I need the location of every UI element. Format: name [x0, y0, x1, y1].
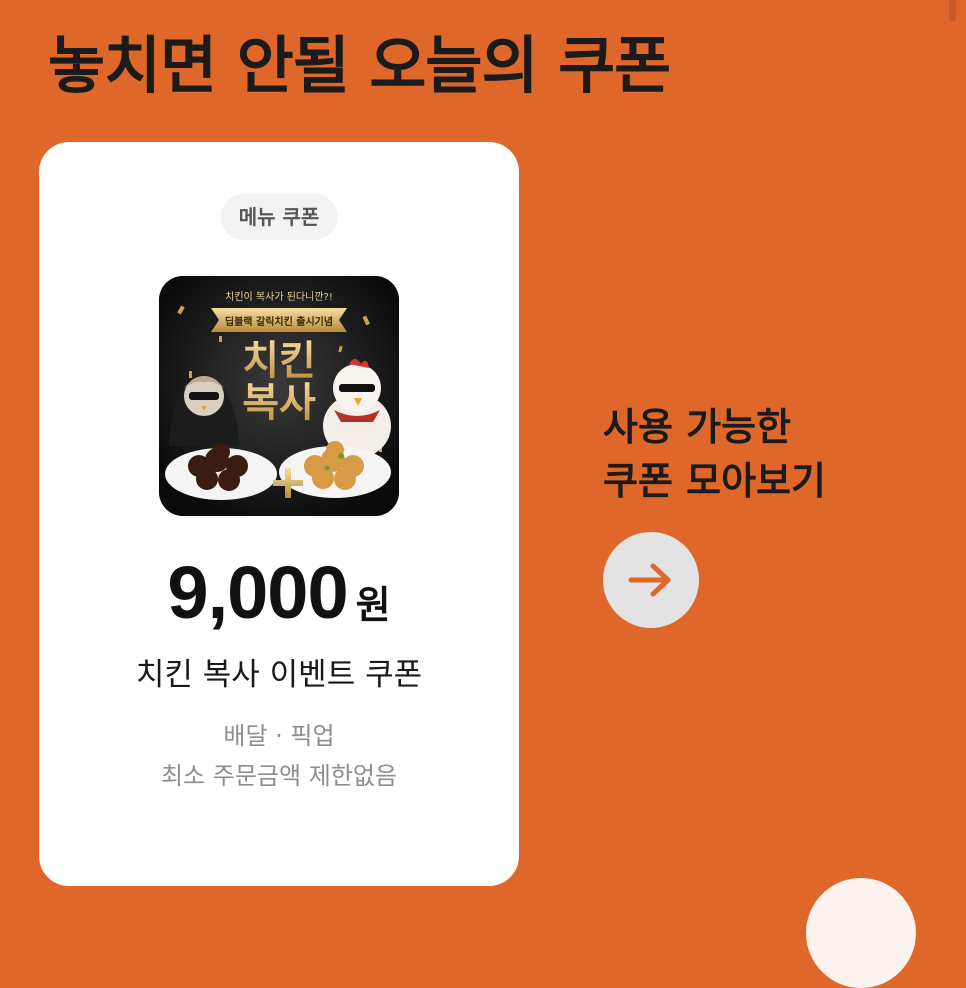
coupon-type-badge: 메뉴 쿠폰: [220, 194, 338, 240]
view-all-coupons-line-2: 쿠폰 모아보기: [603, 459, 826, 503]
arrow-right-icon: [628, 563, 671, 597]
view-all-coupons-button[interactable]: [603, 532, 699, 628]
coupon-amount-row: 9,000 원: [39, 550, 519, 635]
scrollbar[interactable]: [949, 0, 956, 22]
page-title: 놓치면 안될 오늘의 쿠폰: [48, 29, 671, 102]
coupon-order-types: 배달 · 픽업: [223, 722, 335, 750]
coupon-image: 치킨이 복사가 된다니깐?! 딥블랙 갈릭치킨 출시기념 치킨 복사: [159, 276, 399, 516]
coupon-card[interactable]: 메뉴 쿠폰 치킨이 복사가 된다니깐?! 딥블랙 갈릭치킨 출시기념 치킨 복사…: [39, 142, 519, 886]
view-all-coupons-line-1: 사용 가능한: [603, 405, 792, 449]
coupon-min-order: 최소 주문금액 제한없음: [160, 762, 398, 790]
image-big-text-2: 복사: [242, 379, 316, 426]
view-all-coupons-label[interactable]: 사용 가능한 쿠폰 모아보기: [603, 400, 826, 508]
coupon-image-artwork: 치킨이 복사가 된다니깐?! 딥블랙 갈릭치킨 출시기념 치킨 복사: [159, 276, 399, 516]
coupon-amount: 9,000: [167, 551, 348, 634]
image-big-text-1: 치킨: [242, 337, 316, 384]
floating-action-button[interactable]: [806, 878, 916, 988]
image-top-text: 치킨이 복사가 된다니깐?!: [225, 291, 333, 303]
coupon-amount-unit: 원: [355, 583, 391, 627]
image-ribbon-text: 딥블랙 갈릭치킨 출시기념: [225, 315, 333, 328]
coupon-name: 치킨 복사 이벤트 쿠폰: [135, 657, 423, 693]
